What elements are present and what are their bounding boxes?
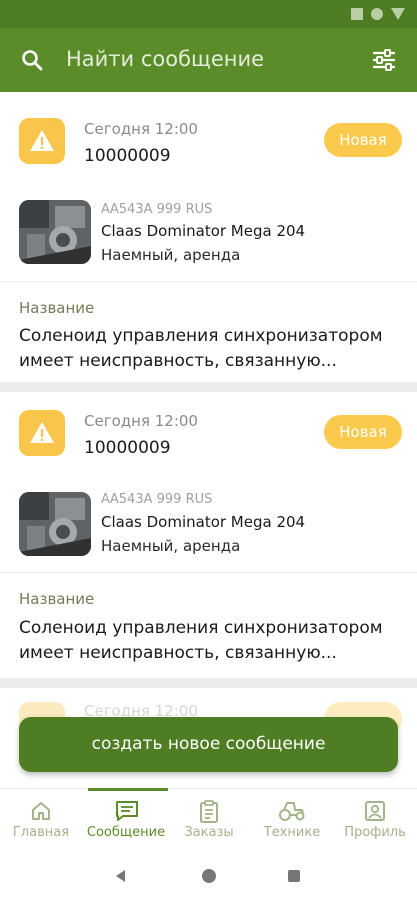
- search-input[interactable]: Найти сообщение: [66, 47, 346, 71]
- message-number: 10000009: [84, 146, 171, 166]
- create-message-button[interactable]: создать новое сообщение: [19, 717, 398, 772]
- status-badge: Новая: [324, 123, 402, 157]
- equipment-model: Claas Dominator Mega 204: [101, 513, 306, 531]
- warning-icon: [19, 410, 65, 456]
- message-card[interactable]: Сегодня 12:00 10000009 Новая АА543А 999 …: [0, 92, 417, 382]
- message-date: Сегодня 12:00: [84, 120, 198, 138]
- nav-item-orders[interactable]: Заказы: [176, 789, 242, 853]
- message-number: 10000009: [84, 438, 171, 458]
- license-plate: АА543А 999 RUS: [101, 492, 213, 507]
- nav-item-home[interactable]: Главная: [6, 789, 76, 853]
- notification-square-icon: [351, 8, 363, 20]
- divider: [0, 281, 417, 282]
- equipment-thumbnail: [19, 492, 91, 556]
- message-description: Соленоид управления синхронизатором имее…: [19, 326, 383, 371]
- card-separator: [0, 678, 417, 688]
- message-date: Сегодня 12:00: [84, 412, 198, 430]
- nav-item-messages[interactable]: Сообщение: [80, 789, 172, 853]
- nav-label: Заказы: [184, 825, 234, 840]
- tractor-icon: [279, 802, 305, 821]
- system-navigation-bar: [0, 852, 417, 900]
- status-bar: [0, 0, 417, 28]
- search-icon[interactable]: [20, 48, 44, 72]
- message-icon: [116, 801, 138, 821]
- nav-label: Профиль: [344, 825, 406, 840]
- message-description: Соленоид управления синхронизатором имее…: [19, 618, 383, 663]
- message-card[interactable]: Сегодня 12:00 10000009 Новая АА543А 999 …: [0, 392, 417, 678]
- nav-label: Сообщение: [86, 825, 166, 840]
- orders-icon: [200, 800, 218, 823]
- divider: [0, 572, 417, 573]
- bottom-navigation: Главная Сообщение Заказы Технике Профиль: [0, 788, 417, 852]
- nav-item-profile[interactable]: Профиль: [340, 789, 410, 853]
- equipment-model: Claas Dominator Mega 204: [101, 222, 306, 240]
- ownership-type: Наемный, аренда: [101, 246, 241, 264]
- status-badge: Новая: [324, 415, 402, 449]
- ownership-type: Наемный, аренда: [101, 537, 241, 555]
- filter-icon[interactable]: [371, 47, 397, 73]
- back-icon[interactable]: [116, 870, 125, 882]
- license-plate: АА543А 999 RUS: [101, 202, 213, 217]
- nav-item-equipment[interactable]: Технике: [254, 789, 330, 853]
- nav-label: Главная: [12, 825, 70, 840]
- app-bar: Найти сообщение: [0, 28, 417, 92]
- name-label: Название: [19, 590, 95, 608]
- profile-icon: [365, 801, 385, 821]
- signal-icon: [391, 8, 405, 20]
- nav-label: Технике: [263, 825, 321, 840]
- equipment-thumbnail: [19, 200, 91, 264]
- recent-apps-icon[interactable]: [288, 870, 300, 882]
- home-icon: [32, 802, 50, 820]
- home-button-icon[interactable]: [202, 869, 216, 883]
- name-label: Название: [19, 299, 95, 317]
- warning-icon: [19, 118, 65, 164]
- notification-circle-icon: [371, 8, 383, 20]
- card-separator: [0, 382, 417, 392]
